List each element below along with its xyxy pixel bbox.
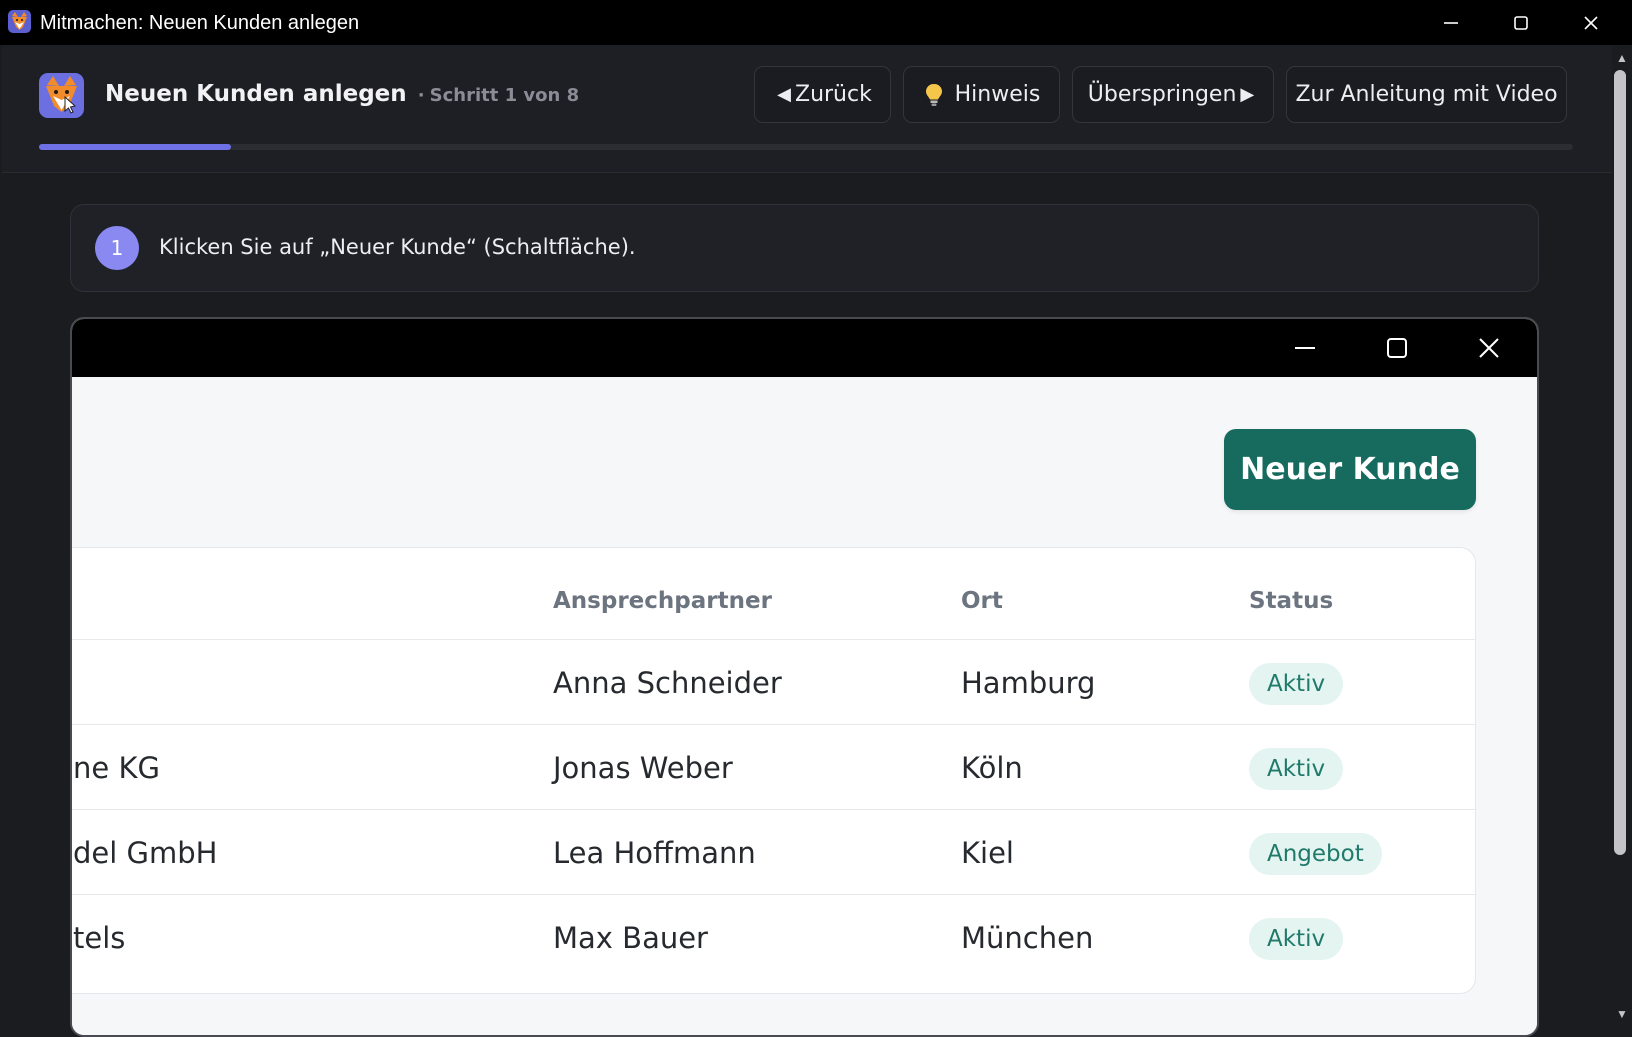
embedded-titlebar xyxy=(72,319,1537,377)
step-number-badge: 1 xyxy=(95,226,139,270)
skip-button-label: Überspringen xyxy=(1087,82,1237,107)
page-title: Neuen Kunden anlegen · Schritt 1 von 8 xyxy=(105,81,579,107)
maximize-button[interactable] xyxy=(1486,0,1556,45)
guide-header: Neuen Kunden anlegen · Schritt 1 von 8 ◀… xyxy=(2,45,1612,173)
progress-bar-fill xyxy=(39,144,231,150)
cell-city: Hamburg xyxy=(961,666,1096,700)
cell-city: Köln xyxy=(961,751,1023,785)
minimize-icon xyxy=(1295,347,1315,349)
cell-contact: Jonas Weber xyxy=(553,751,733,785)
close-icon xyxy=(1584,15,1598,30)
app-window: Mitmachen: Neuen Kunden anlegen Neuen Ku xyxy=(0,0,1632,1037)
instruction-card: 1 Klicken Sie auf „Neuer Kunde“ (Schaltf… xyxy=(70,204,1539,292)
maximize-icon xyxy=(1514,15,1528,30)
close-icon xyxy=(1479,338,1499,358)
step-counter: Schritt 1 von 8 xyxy=(429,85,580,106)
title-separator: · xyxy=(417,85,425,106)
embedded-app-body: Neuer Kunde Ansprechpartner Ort Status A… xyxy=(72,377,1537,1035)
instruction-text: Klicken Sie auf „Neuer Kunde“ (Schaltflä… xyxy=(159,235,636,259)
column-header-status: Status xyxy=(1249,588,1334,614)
cell-company: del GmbH xyxy=(73,836,218,870)
hint-button-label: Hinweis xyxy=(954,82,1041,107)
table-row[interactable]: tels Max Bauer München Aktiv xyxy=(72,895,1475,980)
close-button[interactable] xyxy=(1556,0,1626,45)
scroll-up-icon[interactable]: ▲ xyxy=(1612,48,1632,68)
table-row[interactable]: Anna Schneider Hamburg Aktiv xyxy=(72,640,1475,725)
minimize-icon xyxy=(1444,21,1458,24)
arrow-left-icon: ◀ xyxy=(777,84,791,105)
new-customer-button[interactable]: Neuer Kunde xyxy=(1224,429,1476,510)
fox-icon xyxy=(8,10,31,33)
maximize-icon xyxy=(1387,338,1407,358)
minimize-button[interactable] xyxy=(1416,0,1486,45)
column-header-city: Ort xyxy=(961,588,1003,614)
arrow-right-icon: ▶ xyxy=(1240,84,1255,105)
embedded-close-button[interactable] xyxy=(1454,319,1524,377)
embedded-app-preview: Neuer Kunde Ansprechpartner Ort Status A… xyxy=(70,317,1539,1037)
back-button-label: Zurück xyxy=(795,82,872,107)
hint-button[interactable]: Hinweis xyxy=(903,66,1060,123)
back-button[interactable]: ◀ Zurück xyxy=(754,66,891,123)
cell-contact: Lea Hoffmann xyxy=(553,836,756,870)
scroll-down-icon[interactable]: ▼ xyxy=(1612,1004,1632,1024)
table-row[interactable]: del GmbH Lea Hoffmann Kiel Angebot xyxy=(72,810,1475,895)
customer-table: Ansprechpartner Ort Status Anna Schneide… xyxy=(72,547,1476,994)
status-badge: Aktiv xyxy=(1249,918,1344,960)
cell-contact: Max Bauer xyxy=(553,921,708,955)
video-guide-button-label: Zur Anleitung mit Video xyxy=(1295,82,1558,107)
status-badge: Angebot xyxy=(1249,833,1382,875)
scrollbar-thumb[interactable] xyxy=(1614,70,1626,855)
embedded-minimize-button[interactable] xyxy=(1270,319,1340,377)
window-title: Mitmachen: Neuen Kunden anlegen xyxy=(40,12,360,34)
cell-contact: Anna Schneider xyxy=(553,666,782,700)
os-titlebar[interactable]: Mitmachen: Neuen Kunden anlegen xyxy=(0,0,1632,45)
cell-city: München xyxy=(961,921,1094,955)
progress-bar xyxy=(39,144,1573,150)
status-badge: Aktiv xyxy=(1249,748,1344,790)
table-row[interactable]: ne KG Jonas Weber Köln Aktiv xyxy=(72,725,1475,810)
table-header: Ansprechpartner Ort Status xyxy=(72,548,1475,640)
guide-title: Neuen Kunden anlegen xyxy=(105,81,407,107)
cell-company: tels xyxy=(73,921,126,955)
skip-button[interactable]: Überspringen ▶ xyxy=(1072,66,1274,123)
fox-icon xyxy=(39,73,84,118)
cell-city: Kiel xyxy=(961,836,1014,870)
column-header-contact: Ansprechpartner xyxy=(553,588,772,614)
cell-company: ne KG xyxy=(73,751,160,785)
status-badge: Aktiv xyxy=(1249,663,1344,705)
video-guide-button[interactable]: Zur Anleitung mit Video xyxy=(1286,66,1567,123)
lightbulb-icon xyxy=(925,83,942,106)
embedded-maximize-button[interactable] xyxy=(1362,319,1432,377)
